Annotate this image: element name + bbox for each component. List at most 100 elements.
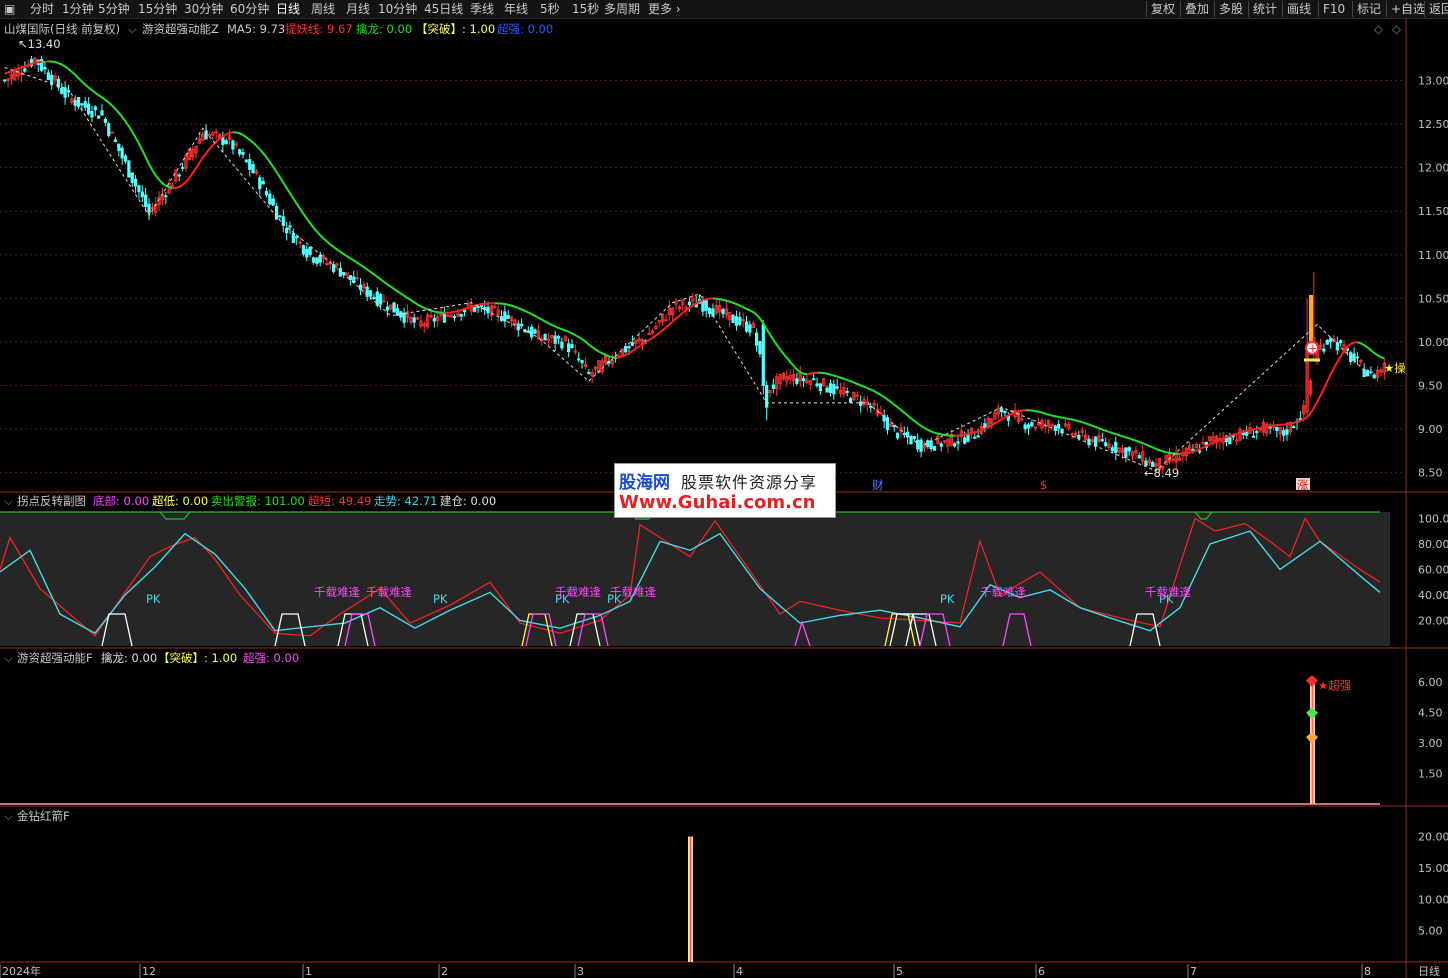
candle-body xyxy=(248,159,252,170)
candle-body xyxy=(113,139,118,143)
y-tick-label: 3.00 xyxy=(1418,737,1443,750)
candle-body xyxy=(848,397,853,403)
candle-body xyxy=(315,257,319,264)
candle-body xyxy=(916,439,920,450)
candle-body xyxy=(738,316,742,325)
sub1-annotation: 千载难逢 xyxy=(555,585,601,599)
diamond-orange-icon xyxy=(1306,732,1318,745)
ma-line xyxy=(806,371,818,376)
ma-line xyxy=(615,297,713,359)
candle-body xyxy=(845,390,849,393)
y-tick-label: 11.00 xyxy=(1418,249,1448,262)
candle-body xyxy=(1137,455,1141,459)
high-price-label: ↖13.40 xyxy=(18,37,61,51)
candle-body xyxy=(476,306,480,309)
candle-body xyxy=(385,306,389,311)
y-tick-label: 13.00 xyxy=(1418,75,1448,88)
candle-body xyxy=(812,378,816,381)
candle-body xyxy=(744,321,749,332)
watermark-brand: 股海网 xyxy=(619,473,670,493)
candle-body xyxy=(869,405,873,408)
candle-body xyxy=(137,185,141,193)
candle-body xyxy=(264,190,269,196)
candle-body xyxy=(288,225,292,228)
diamond-icon: ◇ xyxy=(1392,22,1401,36)
candle-body xyxy=(412,317,416,323)
candle-body xyxy=(506,315,510,319)
candle-body xyxy=(556,336,561,339)
candle-body xyxy=(973,436,977,439)
ma-line xyxy=(712,297,808,376)
sub1-background xyxy=(0,512,1390,646)
indicator-name: 游资超强动能Z xyxy=(142,22,219,36)
candle-body xyxy=(452,316,457,318)
ma-line xyxy=(817,371,955,437)
candle-body xyxy=(587,371,591,374)
candle-body xyxy=(224,140,228,145)
sub1-jiancang: 建仓: 0.00 xyxy=(440,494,496,508)
candle-body xyxy=(164,195,168,198)
sub1-annotation: 千载难逢 xyxy=(366,585,412,599)
candle-body xyxy=(966,433,970,442)
candle-body xyxy=(926,440,930,448)
candle-body xyxy=(1026,424,1031,429)
x-tick-label: 8 xyxy=(1364,965,1371,978)
candle-body xyxy=(761,324,765,386)
candle-body xyxy=(956,441,960,444)
candle-body xyxy=(1114,441,1118,453)
y-tick-label: 5.00 xyxy=(1418,925,1443,938)
candle-body xyxy=(1057,424,1061,429)
candle-body xyxy=(244,159,248,163)
candle-body xyxy=(815,383,819,387)
candle-body xyxy=(825,387,829,393)
sub2-name: 游资超强动能F xyxy=(17,651,93,665)
collapse-icon: ⌵ xyxy=(4,494,13,508)
candle-body xyxy=(701,301,705,312)
candle-body xyxy=(533,329,537,334)
candle-body xyxy=(687,301,692,306)
candle-body xyxy=(285,228,289,234)
collapse-icon: ⌵ xyxy=(4,651,13,665)
candle-body xyxy=(566,343,571,353)
candle-body xyxy=(1094,436,1098,447)
sub2-qinlong: 擒龙: 0.00 xyxy=(101,651,157,665)
candle-body xyxy=(734,316,739,326)
sub1-annotation: PK xyxy=(433,592,448,606)
candle-body xyxy=(100,110,104,116)
candle-body xyxy=(274,205,279,220)
candle-body xyxy=(123,155,128,162)
candle-body xyxy=(110,131,114,134)
candle-body xyxy=(1255,430,1259,434)
y-tick-label: 10.00 xyxy=(1418,893,1448,906)
candle-body xyxy=(1100,439,1104,442)
candle-body xyxy=(1245,431,1249,436)
main-stock-title: 山煤国际(日线 前复权) xyxy=(4,22,120,36)
candle-body xyxy=(180,166,185,169)
sub3-name: 金钻红箭F xyxy=(17,809,70,823)
event-marker-s: $ xyxy=(1040,478,1047,492)
candle-body xyxy=(818,383,823,392)
ma5-value: MA5: 9.73 xyxy=(227,22,285,36)
y-tick-label: 20.00 xyxy=(1418,831,1448,844)
x-tick-label: 2 xyxy=(441,965,448,978)
candle-body xyxy=(711,308,715,317)
candle-body xyxy=(43,67,47,70)
candle-body xyxy=(1275,426,1279,431)
candle-body xyxy=(486,306,490,314)
candle-body xyxy=(835,386,839,389)
sub1-annotation: 千载难逢 xyxy=(980,585,1026,599)
candle-body xyxy=(483,307,487,310)
candle-body xyxy=(1292,426,1296,429)
diamond-icon: ◇ xyxy=(1374,22,1383,36)
candle-body xyxy=(953,443,957,447)
candle-body xyxy=(1322,348,1326,352)
x-tick-label: 4 xyxy=(736,965,743,978)
candle-body xyxy=(23,68,27,72)
period-label: 日线 xyxy=(1418,964,1440,978)
candle-body xyxy=(308,246,312,255)
tupo-value: 【突破】: 1.00 xyxy=(416,22,495,36)
candle-body xyxy=(1003,410,1007,414)
candle-body xyxy=(892,424,896,428)
candle-body xyxy=(577,358,581,361)
candle-body xyxy=(801,378,806,382)
